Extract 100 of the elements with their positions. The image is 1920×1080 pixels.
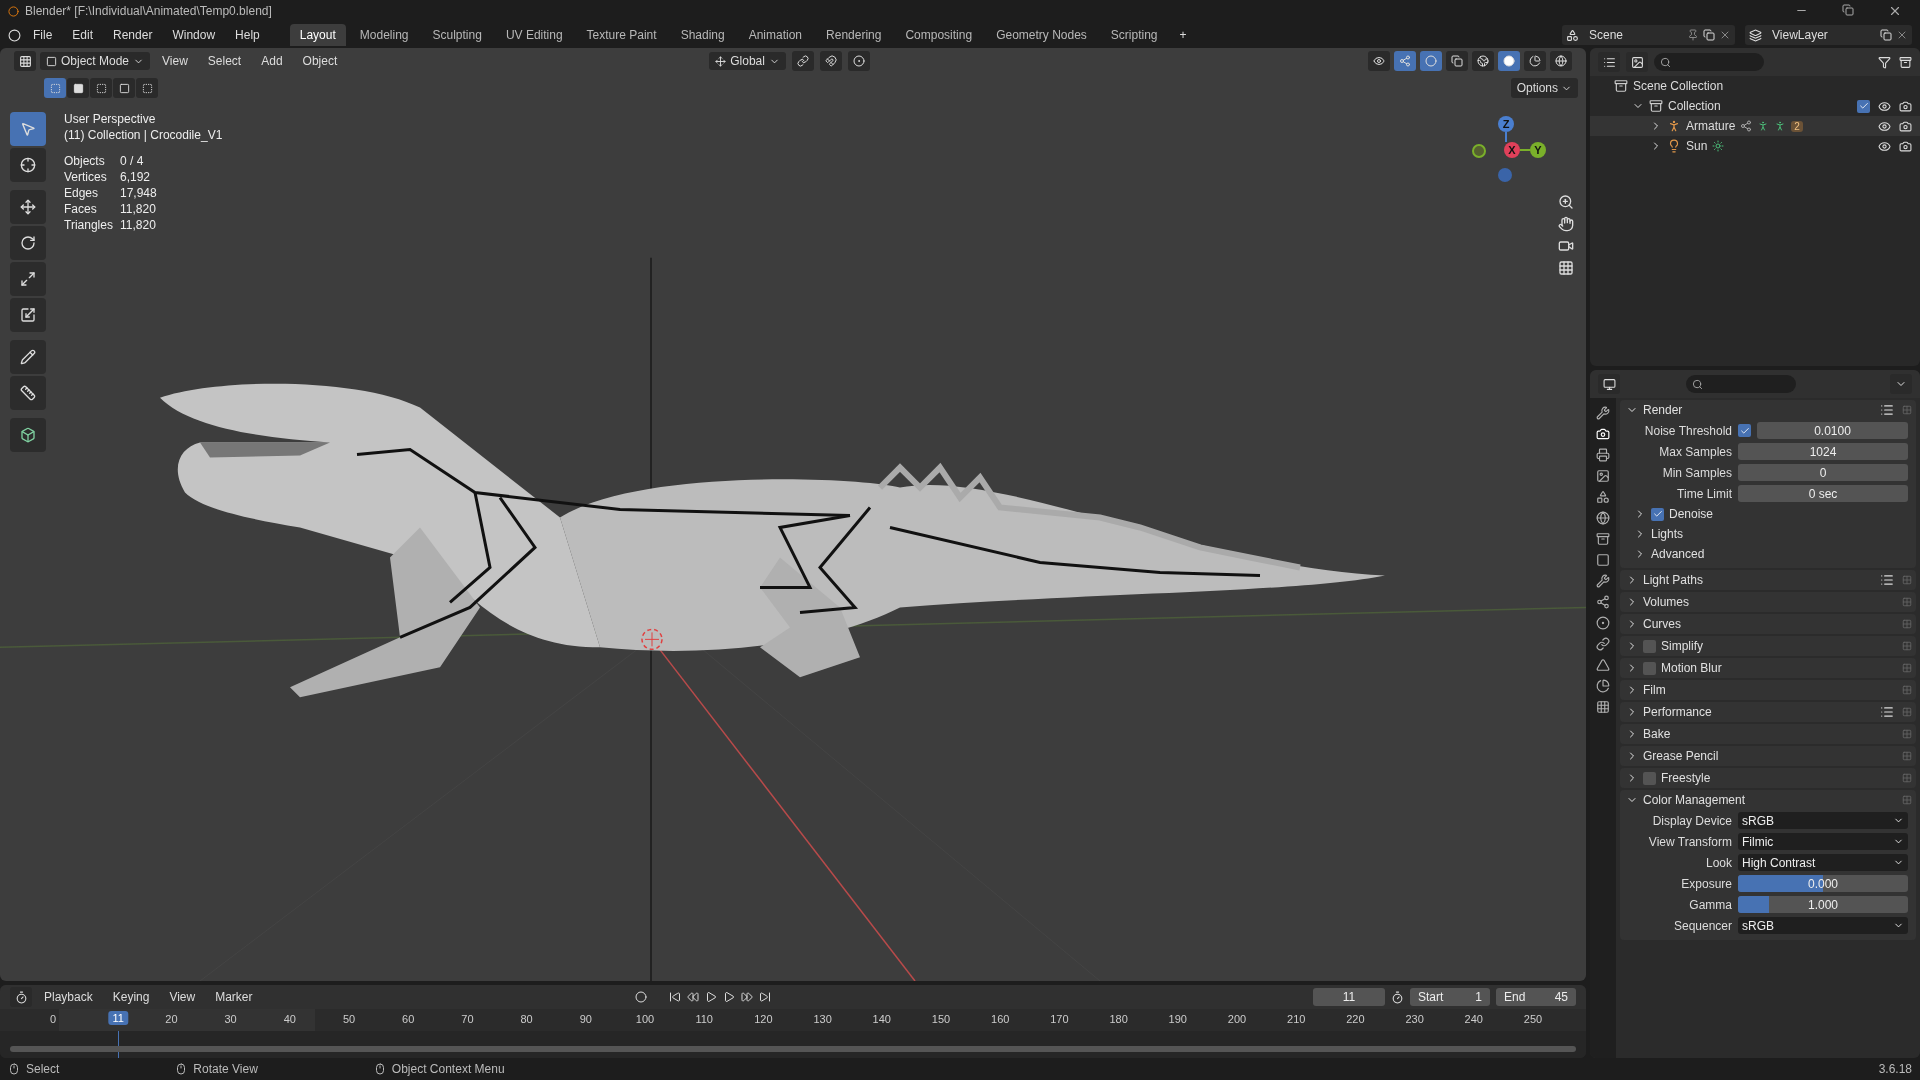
copy-icon[interactable] [1703, 29, 1715, 41]
options-dropdown[interactable]: Options [1510, 78, 1578, 98]
collection-box-icon[interactable] [1596, 532, 1610, 546]
pin-icon[interactable] [1687, 29, 1699, 41]
wrench-icon[interactable] [1596, 406, 1610, 420]
playhead-frame[interactable]: 11 [108, 1011, 128, 1025]
menu-item[interactable]: Edit [64, 25, 102, 45]
scene-selector[interactable]: Scene [1562, 25, 1735, 45]
editor-type-button[interactable] [14, 51, 36, 71]
globe-icon[interactable] [1596, 511, 1610, 525]
menu-item[interactable]: Playback [36, 987, 101, 1007]
annotate-tool[interactable] [10, 340, 46, 374]
camera-icon[interactable] [1899, 139, 1912, 153]
menu-item[interactable]: Keying [104, 987, 158, 1007]
menu-item[interactable]: Object [294, 51, 346, 71]
drag-handle-icon[interactable] [1902, 641, 1912, 651]
panel-title[interactable]: Lights [1651, 527, 1684, 541]
slider-field[interactable]: 0.000 [1738, 875, 1908, 892]
play-icon[interactable] [722, 991, 735, 1003]
workspace-tab[interactable]: Layout [289, 24, 346, 46]
panel-title[interactable]: Denoise [1669, 507, 1714, 521]
material-sphere-icon[interactable] [1596, 679, 1610, 693]
view-layer-selector[interactable]: ViewLayer [1745, 25, 1912, 45]
panel-title[interactable]: Advanced [1651, 547, 1705, 561]
panel-title[interactable]: Bake [1643, 727, 1671, 741]
outliner-row[interactable]: Scene Collection [1590, 76, 1920, 96]
snap-button[interactable] [819, 51, 842, 71]
panel-title[interactable]: Simplify [1661, 639, 1703, 653]
menu-item[interactable]: File [25, 25, 61, 45]
number-field[interactable]: 0.0100 [1757, 422, 1908, 439]
grid-icon[interactable] [1558, 260, 1574, 276]
cursor-tool[interactable] [10, 148, 46, 182]
workspace-tab[interactable]: Shading [670, 24, 735, 46]
workspace-tab[interactable]: Texture Paint [576, 24, 667, 46]
start-frame-field[interactable]: Start 1 [1410, 988, 1490, 1006]
select-mode-button[interactable] [67, 78, 89, 98]
checker-texture-icon[interactable] [1596, 700, 1610, 714]
measure-tool[interactable] [10, 376, 46, 410]
display-mode-button[interactable] [1626, 52, 1648, 72]
previous-keyframe-icon[interactable] [686, 991, 699, 1003]
drag-handle-icon[interactable] [1902, 751, 1912, 761]
gizmo-button[interactable] [1394, 51, 1416, 71]
constraint-link-icon[interactable] [1596, 637, 1610, 651]
wrench-icon[interactable] [1596, 574, 1610, 588]
number-field[interactable]: 0 sec [1738, 485, 1908, 502]
drag-handle-icon[interactable] [1902, 663, 1912, 673]
select-mode-button[interactable] [113, 78, 135, 98]
enable-checkbox[interactable] [1643, 771, 1656, 785]
filter-icon[interactable] [1878, 55, 1891, 69]
drag-handle-icon[interactable] [1902, 795, 1912, 805]
overlay-button[interactable] [1420, 51, 1442, 71]
menu-item[interactable]: Render [105, 25, 161, 45]
camera-icon[interactable] [1899, 99, 1912, 113]
workspace-tab[interactable]: Scripting [1100, 24, 1168, 46]
search-field[interactable] [1686, 375, 1796, 393]
panel-title[interactable]: Performance [1643, 705, 1712, 719]
rotate-tool[interactable] [10, 226, 46, 260]
workspace-tab[interactable]: Animation [738, 24, 813, 46]
triangle-icon[interactable] [1596, 658, 1610, 672]
dropdown-field[interactable]: sRGB [1738, 917, 1908, 934]
pivot-button[interactable] [791, 51, 814, 71]
select-mode-button[interactable] [136, 78, 158, 98]
shapes-icon[interactable] [1596, 490, 1610, 504]
menu-item[interactable]: View [161, 987, 204, 1007]
add-cube-tool[interactable] [10, 418, 46, 452]
options-button[interactable] [1890, 374, 1912, 394]
panel-title[interactable]: Motion Blur [1661, 661, 1722, 675]
eye-icon[interactable] [1878, 119, 1891, 133]
enable-checkbox[interactable] [1738, 424, 1751, 437]
close-icon[interactable] [1719, 29, 1731, 41]
solid-shading-button[interactable] [1498, 51, 1520, 71]
workspace-tab[interactable]: Compositing [895, 24, 983, 46]
panel-title[interactable]: Light Paths [1643, 573, 1704, 587]
square-icon[interactable] [1596, 553, 1610, 567]
panel-title[interactable]: Render [1643, 403, 1683, 417]
search-field[interactable] [1654, 53, 1764, 71]
add-workspace-button[interactable]: + [1171, 25, 1195, 45]
node-graph-icon[interactable] [1596, 595, 1610, 609]
panel-title[interactable]: Grease Pencil [1643, 749, 1719, 763]
menu-item[interactable]: Window [164, 25, 224, 45]
number-field[interactable]: 1024 [1738, 443, 1908, 460]
app-logo-icon[interactable] [8, 28, 21, 42]
drag-handle-icon[interactable] [1902, 597, 1912, 607]
workspace-tab[interactable]: UV Editing [495, 24, 573, 46]
visibility-button[interactable] [1368, 51, 1390, 71]
drag-handle-icon[interactable] [1902, 729, 1912, 739]
current-frame-field[interactable]: 11 [1313, 988, 1385, 1006]
presets-list-icon[interactable] [1880, 705, 1894, 719]
end-frame-field[interactable]: End 45 [1496, 988, 1576, 1006]
workspace-tab[interactable]: Modeling [349, 24, 419, 46]
eye-icon[interactable] [1878, 139, 1891, 153]
new-collection-icon[interactable] [1899, 55, 1912, 69]
editor-type-button[interactable] [1598, 52, 1620, 72]
dropdown-field[interactable]: Filmic [1738, 833, 1908, 850]
hand-icon[interactable] [1558, 216, 1574, 232]
camera-view-icon[interactable] [1558, 238, 1574, 254]
material-shading-button[interactable] [1524, 51, 1546, 71]
workspace-tab[interactable]: Rendering [816, 24, 892, 46]
gizmo-negative-handle[interactable] [1498, 168, 1512, 182]
presets-list-icon[interactable] [1880, 573, 1894, 587]
